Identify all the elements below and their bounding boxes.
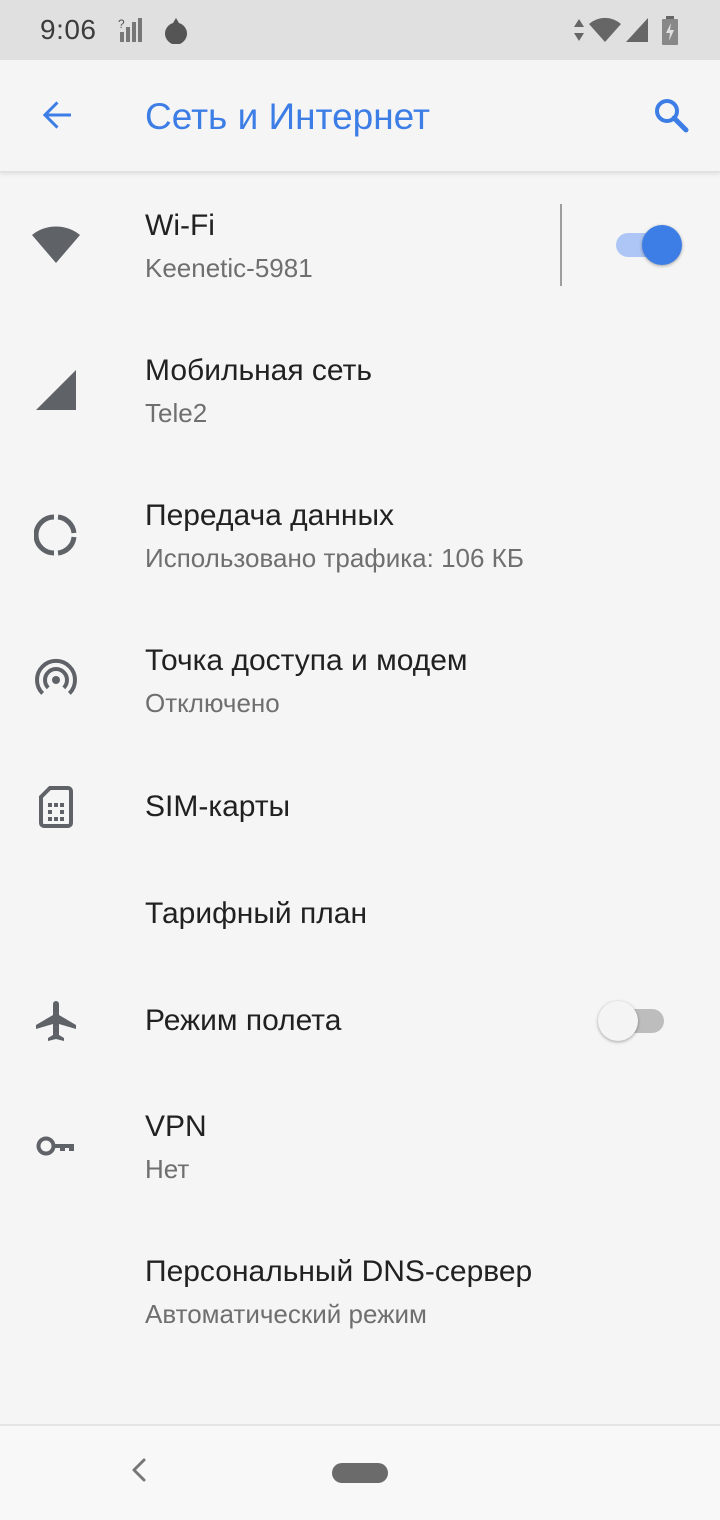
status-bar: 9:06 ? [0,0,720,60]
battery-charging-icon [660,16,680,51]
wifi-toggle[interactable] [612,220,684,268]
data-usage-icon [28,507,84,563]
data-usage-subtitle: Использовано трафика: 106 КБ [145,543,524,573]
wifi-title: Wi-Fi [145,209,215,242]
signal-no-data-icon: ? [118,16,144,49]
mobile-network-subtitle: Tele2 [145,398,208,428]
wifi-icon [28,217,84,273]
list-item-airplane-mode[interactable]: Режим полета [0,967,720,1074]
arrow-left-icon [37,95,77,140]
vpn-key-icon [28,1118,84,1174]
nav-back-button[interactable] [118,1450,162,1494]
airplane-toggle-thumb [598,1001,638,1041]
app-notification-icon [162,16,190,49]
data-arrows-icon [572,16,586,49]
tariff-plan-title: Тарифный план [145,897,368,930]
vpn-title: VPN [145,1110,207,1143]
list-item-sim-cards[interactable]: SIM-карты [0,753,720,860]
nav-back-icon [128,1457,152,1488]
cell-signal-icon [28,362,84,418]
data-usage-title: Передача данных [145,499,395,532]
airplane-icon [28,993,84,1049]
list-item-hotspot[interactable]: Точка доступа и модем Отключено [0,608,720,753]
page-title: Сеть и Интернет [145,96,430,137]
wifi-toggle-thumb [642,225,682,265]
vpn-subtitle: Нет [145,1154,190,1184]
svg-text:?: ? [118,17,125,31]
mobile-network-title: Мобильная сеть [145,354,372,387]
list-item-private-dns[interactable]: Персональный DNS-сервер Автоматический р… [0,1219,720,1364]
back-button[interactable] [22,82,92,152]
app-bar: Сеть и Интернет [0,60,720,173]
airplane-mode-title: Режим полета [145,1004,342,1037]
list-item-data-usage[interactable]: Передача данных Использовано трафика: 10… [0,463,720,608]
cell-signal-icon [624,16,650,49]
airplane-mode-toggle[interactable] [598,996,670,1044]
list-item-wifi[interactable]: Wi-Fi Keenetic-5981 [0,173,720,318]
private-dns-title: Персональный DNS-сервер [145,1255,533,1288]
list-item-mobile-network[interactable]: Мобильная сеть Tele2 [0,318,720,463]
sim-card-icon [28,779,84,835]
sim-cards-title: SIM-карты [145,790,291,823]
list-item-tariff-plan[interactable]: Тарифный план [0,860,720,967]
wifi-divider [560,204,562,286]
private-dns-subtitle: Автоматический режим [145,1299,427,1329]
search-button[interactable] [636,82,706,152]
wifi-subtitle: Keenetic-5981 [145,253,313,283]
search-icon [651,95,691,140]
navigation-bar [0,1424,720,1520]
hotspot-icon [28,652,84,708]
hotspot-subtitle: Отключено [145,688,280,718]
hotspot-title: Точка доступа и модем [145,644,468,677]
wifi-icon [588,16,622,49]
nav-home-pill-icon[interactable] [332,1463,388,1483]
list-item-vpn[interactable]: VPN Нет [0,1074,720,1219]
status-time: 9:06 [40,14,97,45]
